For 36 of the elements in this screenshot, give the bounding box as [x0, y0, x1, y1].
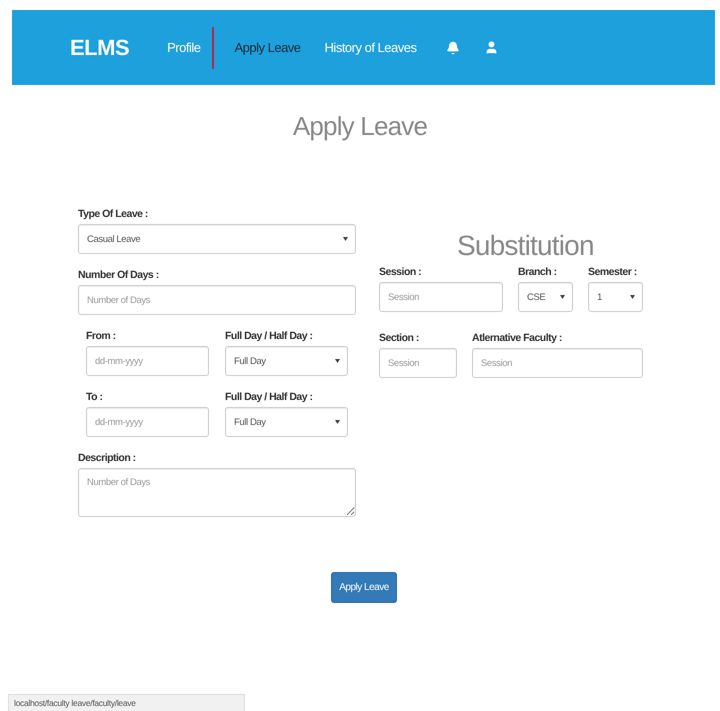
- dropdown[interactable]: 1: [588, 282, 643, 312]
- status-bar: localhost/faculty leave/faculty/leave: [8, 694, 245, 711]
- input-field[interactable]: Session: [379, 282, 503, 312]
- bell-icon[interactable]: [446, 40, 460, 54]
- field-label: From :: [86, 330, 117, 342]
- field-label: Atlernative Faculty :: [472, 332, 563, 344]
- field-label: Full Day / Half Day :: [225, 330, 314, 342]
- dropdown[interactable]: Full Day: [225, 346, 348, 376]
- dropdown[interactable]: Casual Leave: [78, 224, 356, 254]
- apply-leave-button[interactable]: Apply Leave: [331, 572, 397, 603]
- field-label: To :: [86, 391, 104, 403]
- caret-icon: [335, 420, 340, 424]
- caret-icon: [343, 237, 348, 241]
- input-field[interactable]: Session: [472, 348, 643, 378]
- field-label: Number Of Days :: [78, 269, 160, 281]
- section-title: Substitution: [457, 230, 595, 262]
- input-field[interactable]: Number of Days: [78, 285, 356, 315]
- caret-icon: [335, 359, 340, 363]
- input-field[interactable]: dd-mm-yyyy: [86, 346, 209, 376]
- field-label: Description :: [78, 452, 137, 464]
- dropdown[interactable]: Full Day: [225, 407, 348, 437]
- field-label: Type Of Leave :: [78, 208, 149, 220]
- field-label: Branch :: [518, 266, 558, 278]
- dropdown[interactable]: CSE: [518, 282, 573, 312]
- user-icon[interactable]: [484, 40, 500, 55]
- input-field[interactable]: dd-mm-yyyy: [86, 407, 209, 437]
- field-label: Section :: [379, 332, 420, 344]
- field-label: Session :: [379, 266, 422, 278]
- page-title: Apply Leave: [292, 111, 428, 142]
- input-field[interactable]: Session: [379, 348, 457, 378]
- text-area[interactable]: Number of Days: [78, 468, 356, 517]
- caret-icon: [630, 295, 635, 299]
- nav-link[interactable]: Apply Leave: [222, 40, 313, 55]
- field-label: Full Day / Half Day :: [225, 391, 314, 403]
- caret-icon: [560, 295, 565, 299]
- field-label: Semester :: [588, 266, 638, 278]
